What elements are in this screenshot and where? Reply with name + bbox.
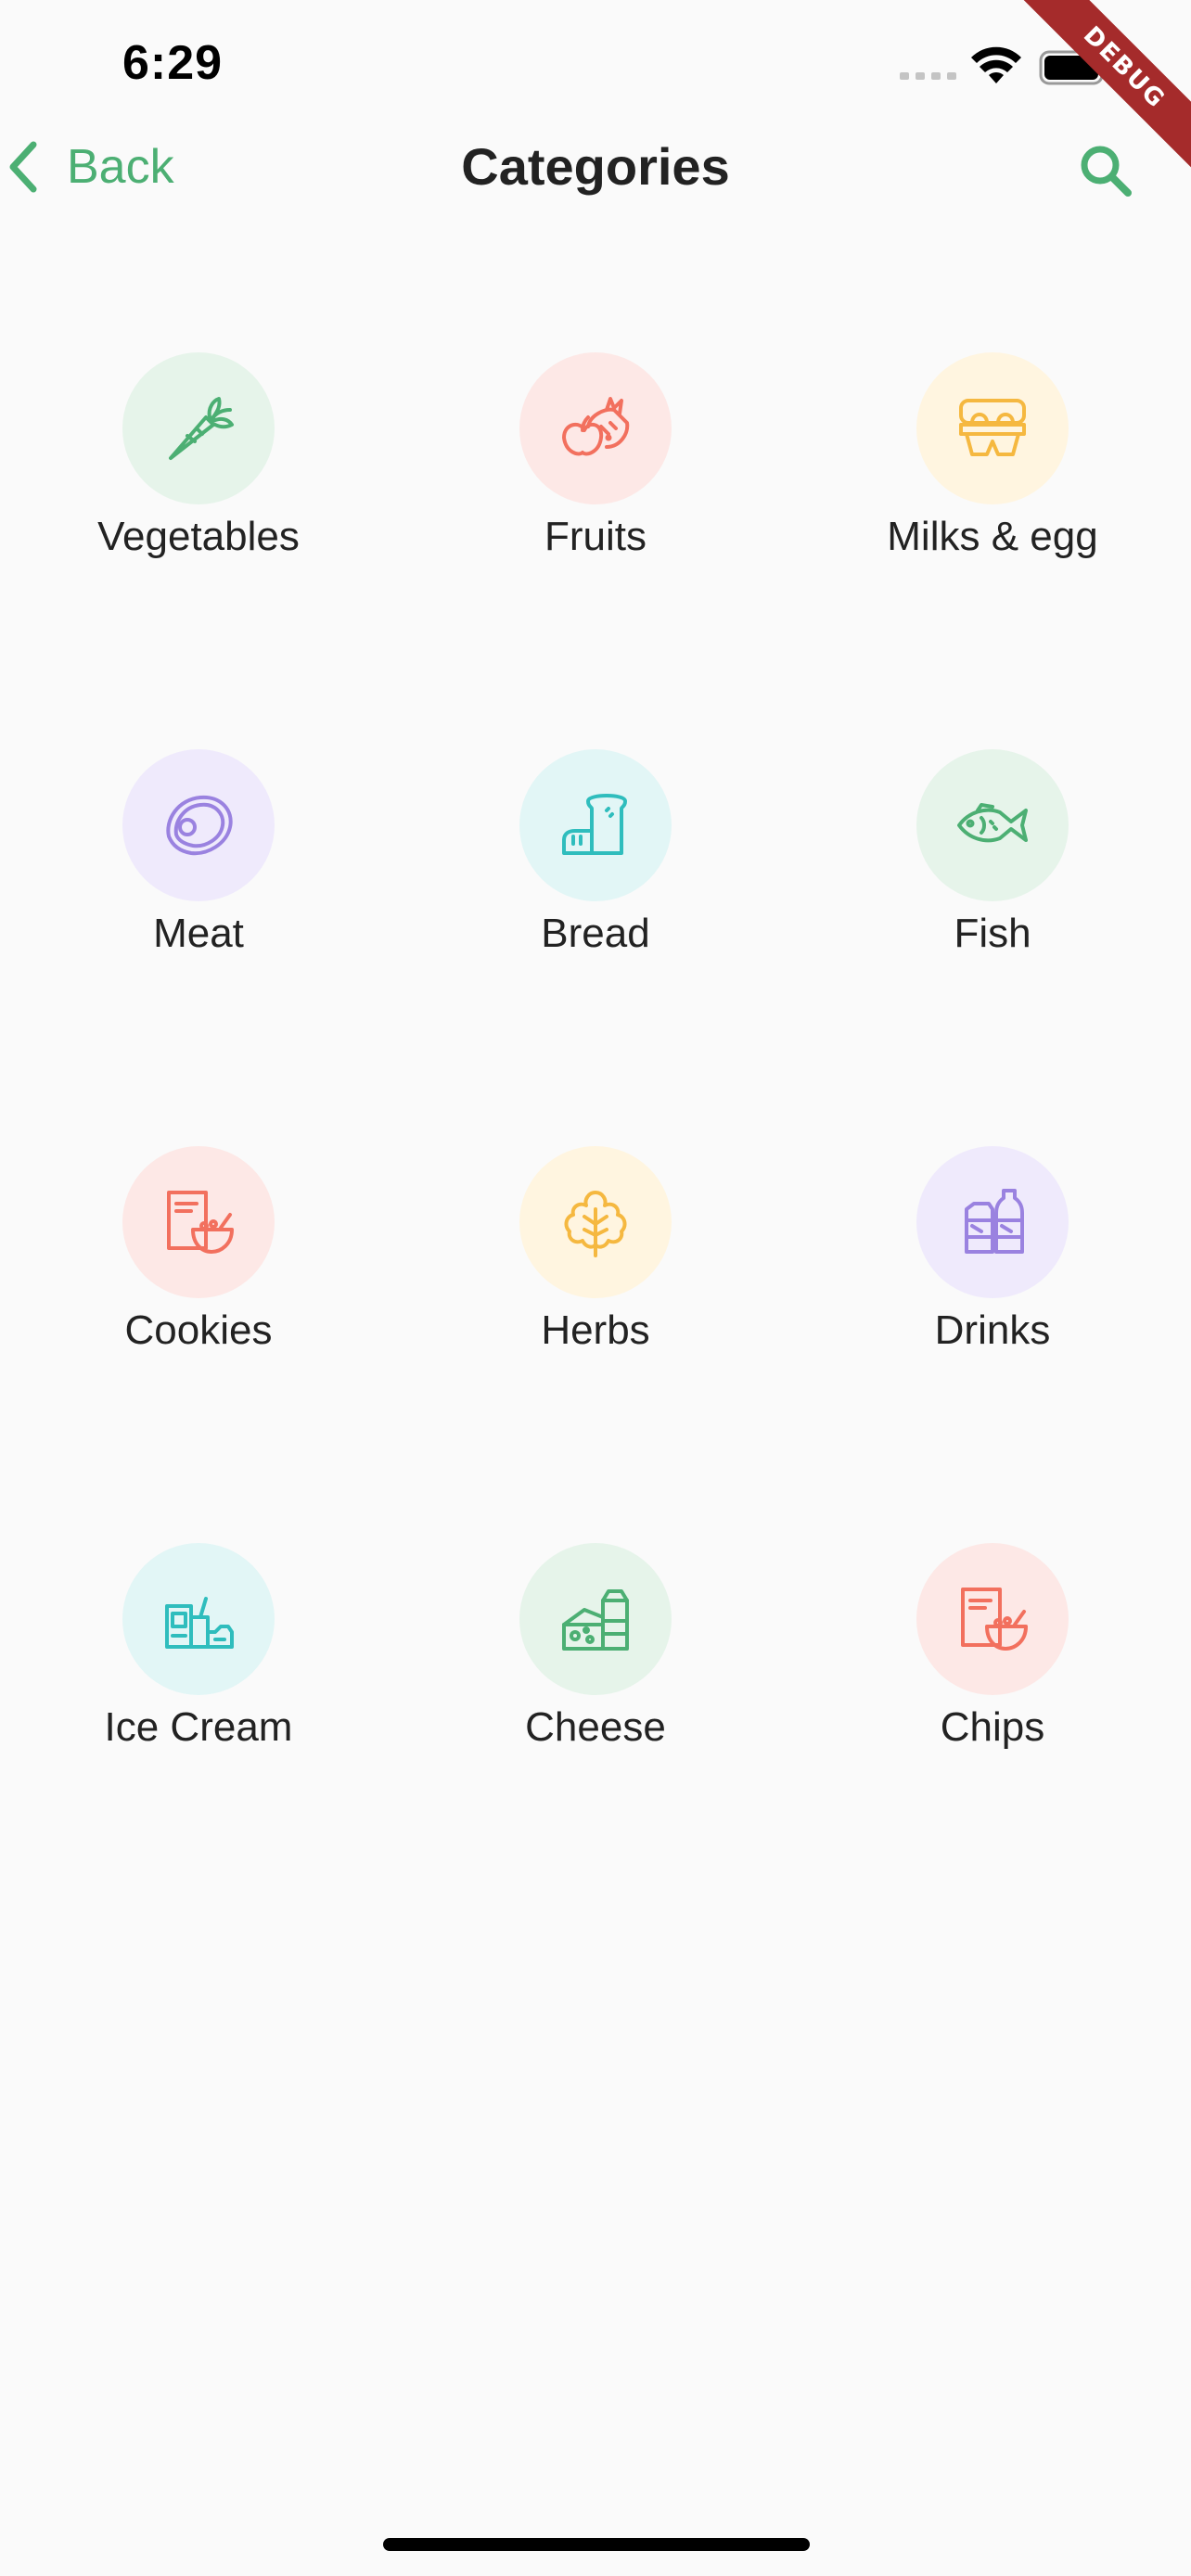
category-grid: Vegetables Fruits Milks & egg Meat Bread… [0,352,1191,1940]
category-item-ice-cream[interactable]: Ice Cream [0,1543,397,1940]
status-time: 6:29 [122,36,224,90]
category-icon-circle [122,1146,275,1298]
category-label: Vegetables [97,514,300,559]
carrot-icon [169,397,234,460]
category-label: Meat [153,911,244,956]
category-item-cheese[interactable]: Cheese [397,1543,794,1940]
category-icon-circle [122,749,275,901]
category-label: Chips [940,1704,1045,1750]
category-icon-circle [519,749,672,901]
ice-cream-icon [165,1597,234,1649]
category-icon-circle [519,352,672,504]
category-item-fish[interactable]: Fish [794,749,1191,1146]
category-icon-circle [519,1543,672,1695]
category-icon-circle [916,1146,1069,1298]
category-icon-circle [916,749,1069,901]
cheese-icon [562,1589,629,1651]
category-icon-circle [122,1543,275,1695]
cellular-signal-icon [900,72,956,80]
category-label: Drinks [934,1307,1051,1353]
chips-icon [961,1588,1028,1651]
nav-bar: Back Categories [0,130,1191,204]
category-label: Fish [954,911,1031,956]
category-label: Fruits [544,514,647,559]
category-icon-circle [519,1146,672,1298]
category-label: Herbs [541,1307,650,1353]
category-item-cookies[interactable]: Cookies [0,1146,397,1543]
category-icon-circle [122,352,275,504]
category-item-fruits[interactable]: Fruits [397,352,794,749]
bottles-icon [965,1189,1024,1254]
category-label: Bread [541,911,650,956]
page-title: Categories [461,137,730,196]
search-icon[interactable] [1076,141,1135,200]
category-label: Milks & egg [887,514,1098,559]
cereal-box-icon [167,1191,234,1254]
fish-icon [957,803,1028,843]
home-indicator[interactable] [383,2538,810,2551]
category-item-milks-egg[interactable]: Milks & egg [794,352,1191,749]
category-label: Ice Cream [104,1704,293,1750]
category-item-vegetables[interactable]: Vegetables [0,352,397,749]
category-icon-circle [916,1543,1069,1695]
egg-carton-icon [959,399,1026,456]
bread-icon [562,794,627,855]
fruits-icon [562,397,630,456]
category-label: Cheese [525,1704,666,1750]
herb-leaf-icon [564,1191,627,1257]
steak-icon [166,795,233,856]
category-item-chips[interactable]: Chips [794,1543,1191,1940]
category-item-drinks[interactable]: Drinks [794,1146,1191,1543]
category-item-bread[interactable]: Bread [397,749,794,1146]
category-item-meat[interactable]: Meat [0,749,397,1146]
category-icon-circle [916,352,1069,504]
category-label: Cookies [124,1307,273,1353]
category-item-herbs[interactable]: Herbs [397,1146,794,1543]
